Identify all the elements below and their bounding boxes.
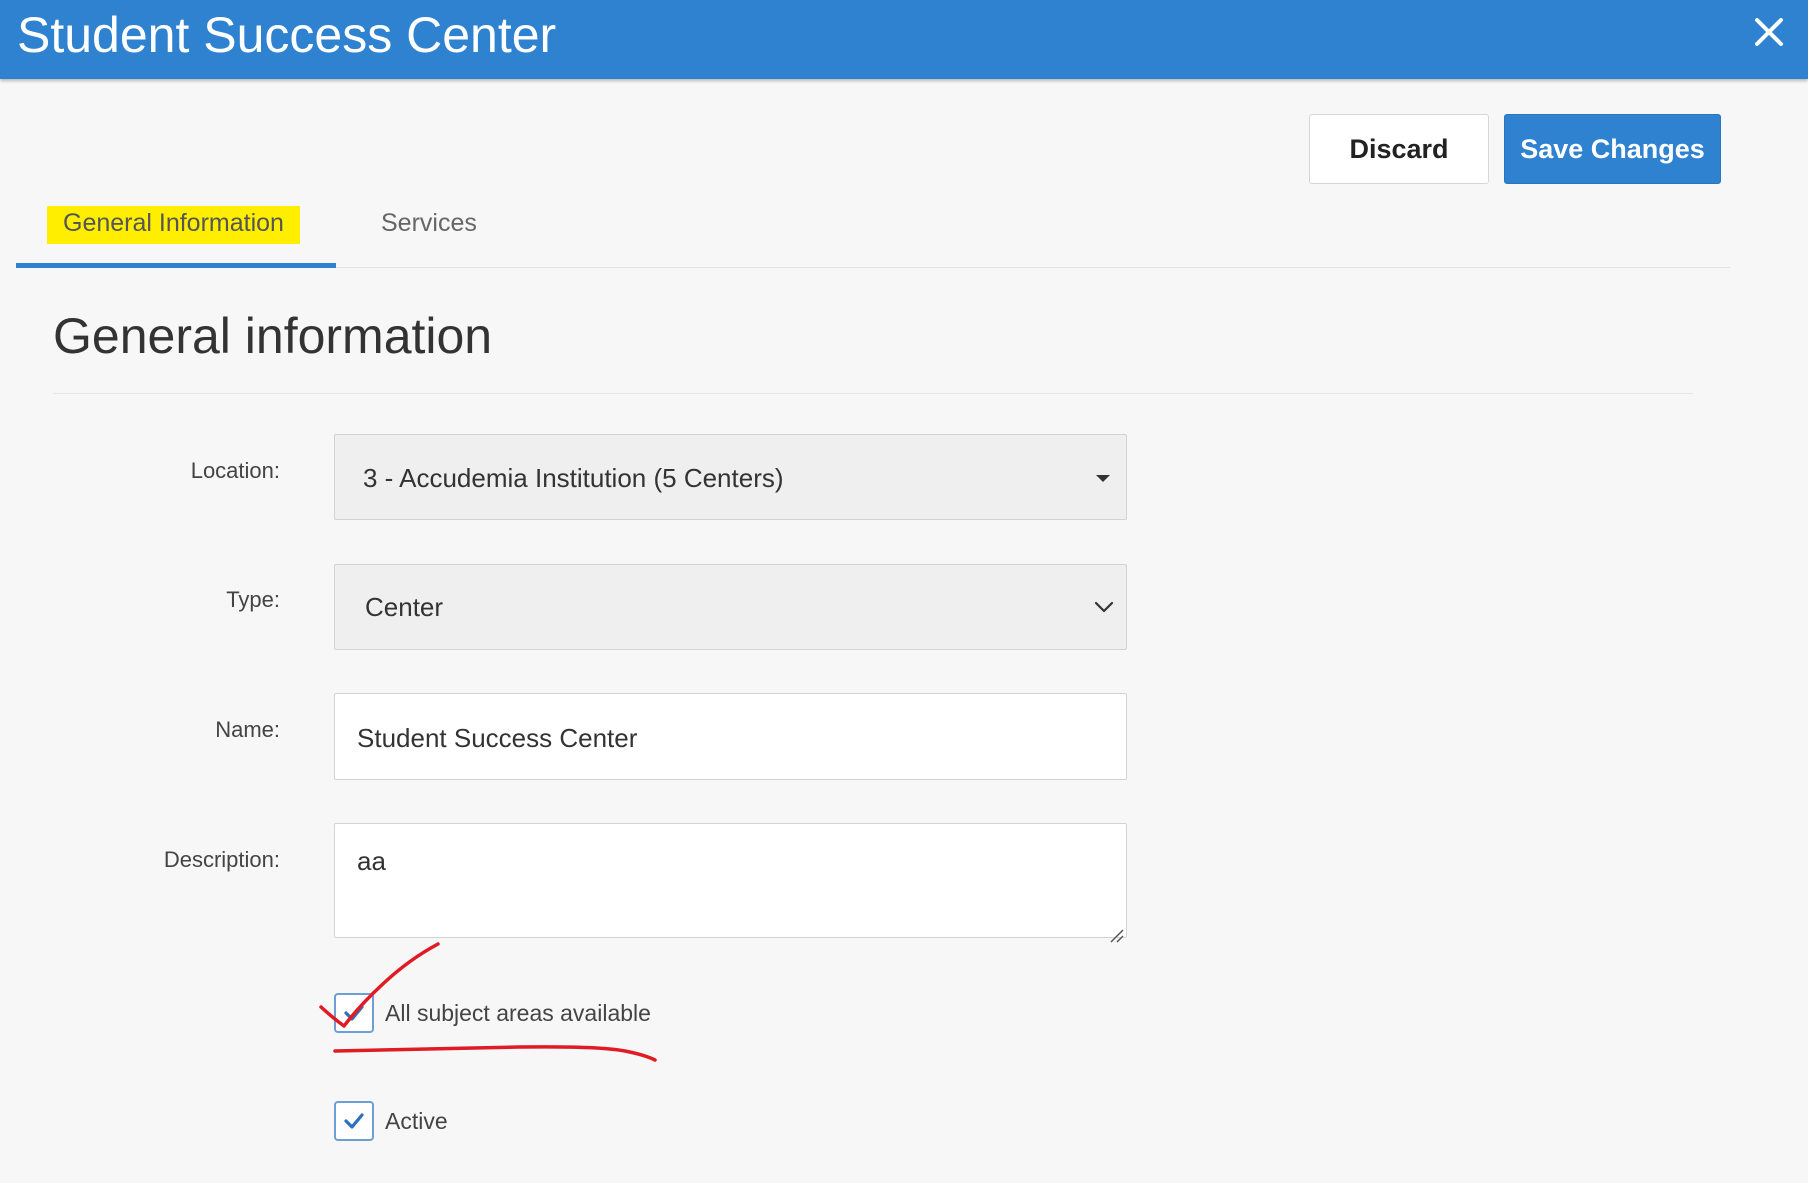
tab-services[interactable]: Services	[376, 196, 526, 268]
type-select[interactable]: Center	[334, 564, 1127, 650]
active-label[interactable]: Active	[385, 1108, 448, 1135]
type-label: Type:	[226, 587, 280, 612]
close-icon[interactable]	[1749, 12, 1789, 52]
tab-bar: General Information Services	[16, 196, 1730, 268]
location-select[interactable]: 3 - Accudemia Institution (5 Centers)	[334, 434, 1127, 520]
section-title: General information	[53, 308, 493, 364]
chevron-down-icon	[1092, 595, 1116, 619]
save-changes-button[interactable]: Save Changes	[1504, 114, 1721, 184]
discard-button[interactable]: Discard	[1309, 114, 1489, 184]
resize-handle-icon[interactable]	[1108, 919, 1124, 943]
caret-down-icon	[1096, 475, 1110, 482]
type-value: Center	[365, 592, 444, 622]
window-title: Student Success Center	[17, 7, 557, 63]
location-value: 3 - Accudemia Institution (5 Centers)	[363, 463, 784, 493]
name-value: Student Success Center	[357, 723, 638, 753]
all-subjects-checkbox[interactable]	[334, 993, 374, 1033]
tab-general-information[interactable]: General Information	[16, 196, 336, 268]
section-divider	[53, 393, 1693, 394]
name-label: Name:	[215, 717, 280, 742]
checkmark-icon	[344, 1005, 364, 1021]
all-subjects-label[interactable]: All subject areas available	[385, 1000, 651, 1027]
tab-label: Services	[381, 209, 477, 237]
description-value: aa	[357, 846, 386, 876]
tab-label: General Information	[47, 206, 300, 244]
checkmark-icon	[344, 1113, 364, 1129]
description-textarea[interactable]: aa	[334, 823, 1127, 943]
title-bar: Student Success Center	[0, 0, 1808, 79]
description-label: Description:	[163, 847, 280, 872]
location-label: Location:	[190, 458, 280, 483]
active-checkbox[interactable]	[334, 1101, 374, 1141]
name-input[interactable]: Student Success Center	[334, 693, 1127, 780]
